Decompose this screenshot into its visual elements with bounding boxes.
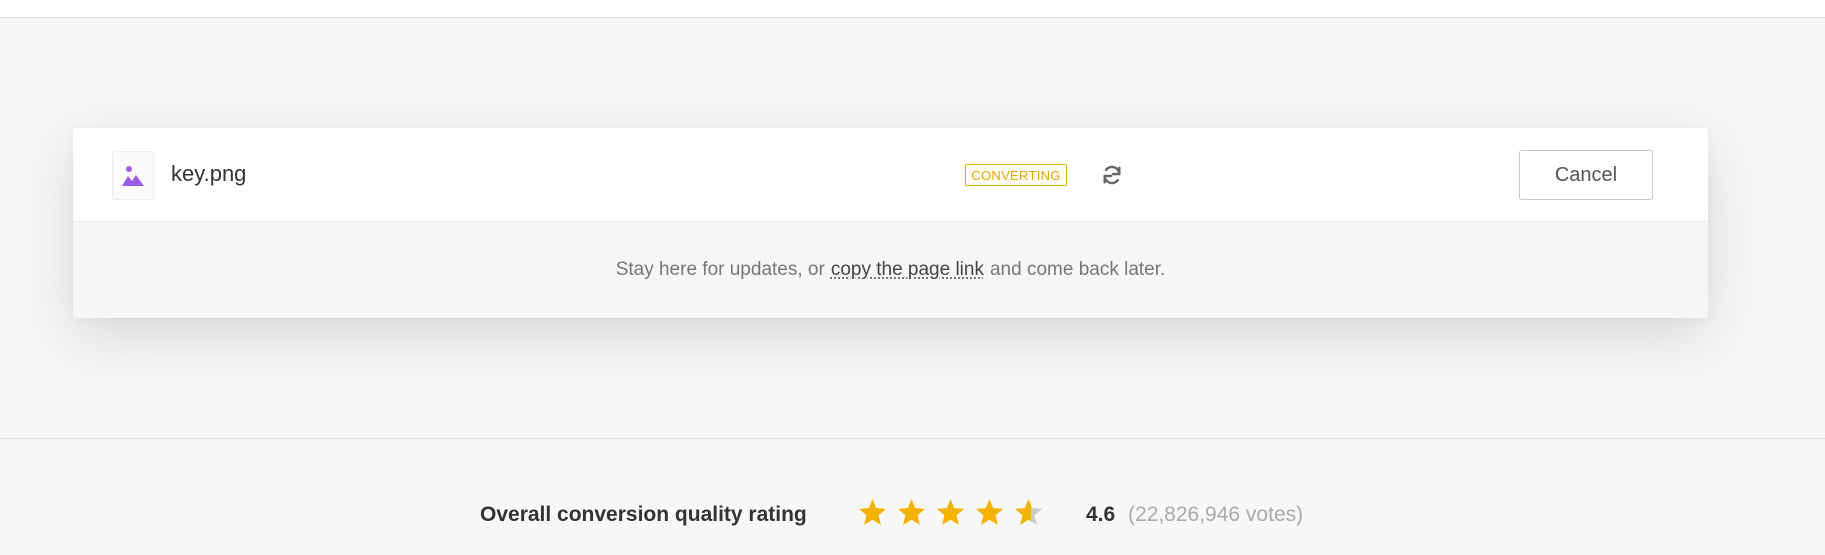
file-name: key.png: [171, 161, 247, 186]
file-card: key.png CONVERTING Cancel Stay here for …: [73, 128, 1708, 318]
copy-page-link[interactable]: copy the page link: [831, 259, 984, 281]
rating-label: Overall conversion quality rating: [480, 503, 807, 526]
file-row: key.png CONVERTING Cancel: [73, 128, 1708, 222]
refresh-icon[interactable]: [1100, 163, 1124, 187]
converter-page: key.png CONVERTING Cancel Stay here for …: [0, 0, 1825, 555]
cancel-button[interactable]: Cancel: [1519, 150, 1653, 200]
star-icon[interactable]: [974, 497, 1005, 528]
rating-votes: (22,826,946 votes): [1128, 503, 1304, 526]
status-badge: CONVERTING: [965, 164, 1067, 186]
image-icon: [122, 165, 144, 186]
star-icon[interactable]: [896, 497, 927, 528]
info-message: Stay here for updates, or copy the page …: [73, 222, 1708, 318]
star-icon[interactable]: [857, 497, 888, 528]
info-text-before: Stay here for updates, or: [615, 259, 825, 280]
star-icon[interactable]: [1013, 497, 1044, 528]
rating-score: 4.6: [1086, 503, 1116, 526]
star-icon[interactable]: [935, 497, 966, 528]
file-thumbnail: [112, 151, 154, 200]
rating-stars[interactable]: [857, 497, 1044, 531]
top-header-strip: [0, 0, 1825, 18]
info-text-after: and come back later.: [989, 259, 1166, 280]
